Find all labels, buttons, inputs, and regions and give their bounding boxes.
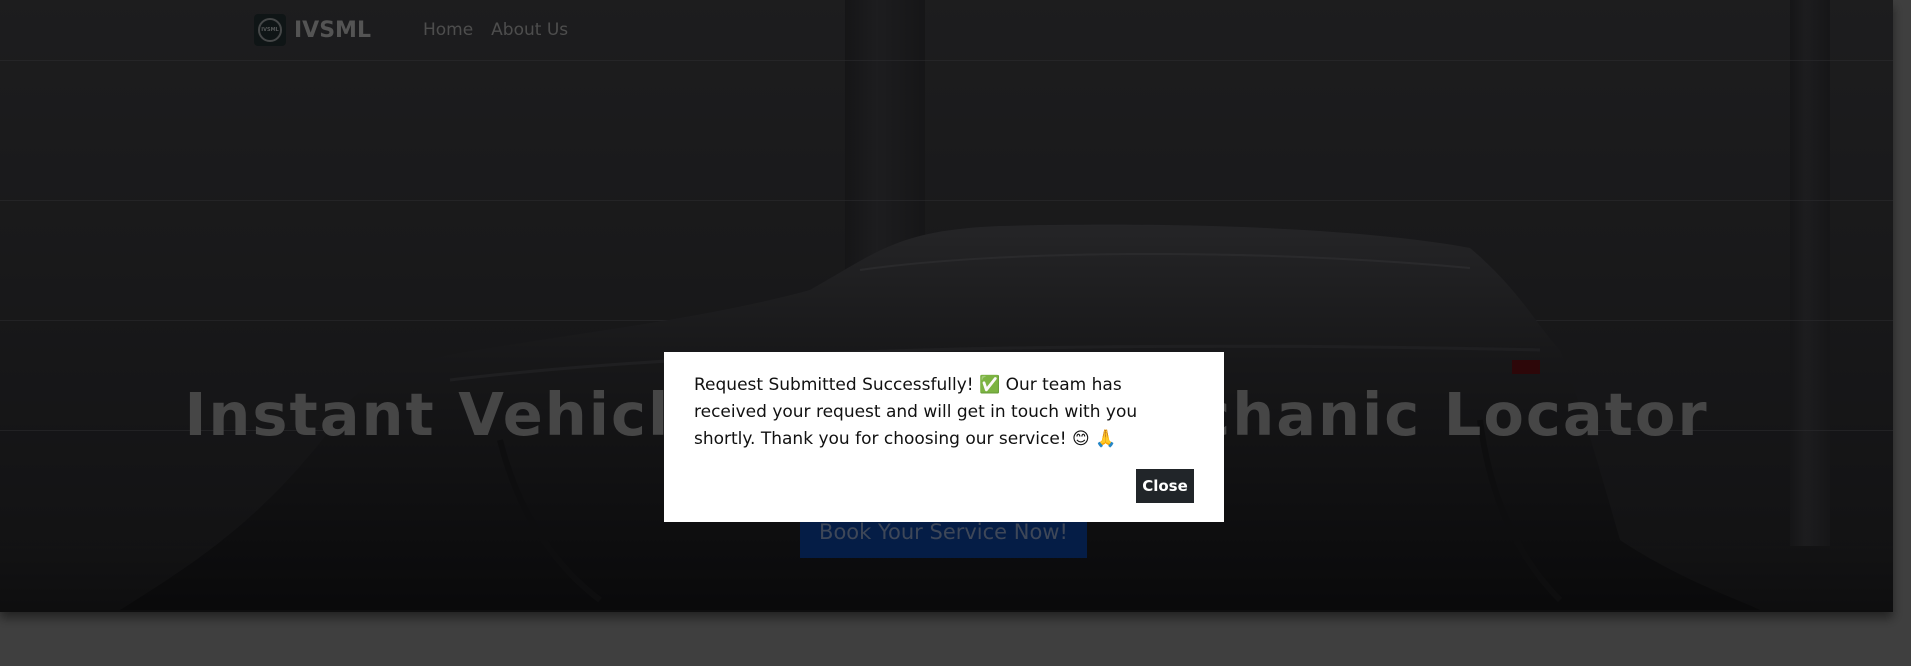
page: Instant Vehicle Service & Mechanic Locat… (0, 0, 1911, 666)
success-modal: Request Submitted Successfully! ✅ Our te… (664, 352, 1224, 522)
modal-backdrop[interactable] (0, 0, 1911, 666)
modal-message: Request Submitted Successfully! ✅ Our te… (694, 375, 1138, 449)
close-button[interactable]: Close (1136, 469, 1194, 503)
